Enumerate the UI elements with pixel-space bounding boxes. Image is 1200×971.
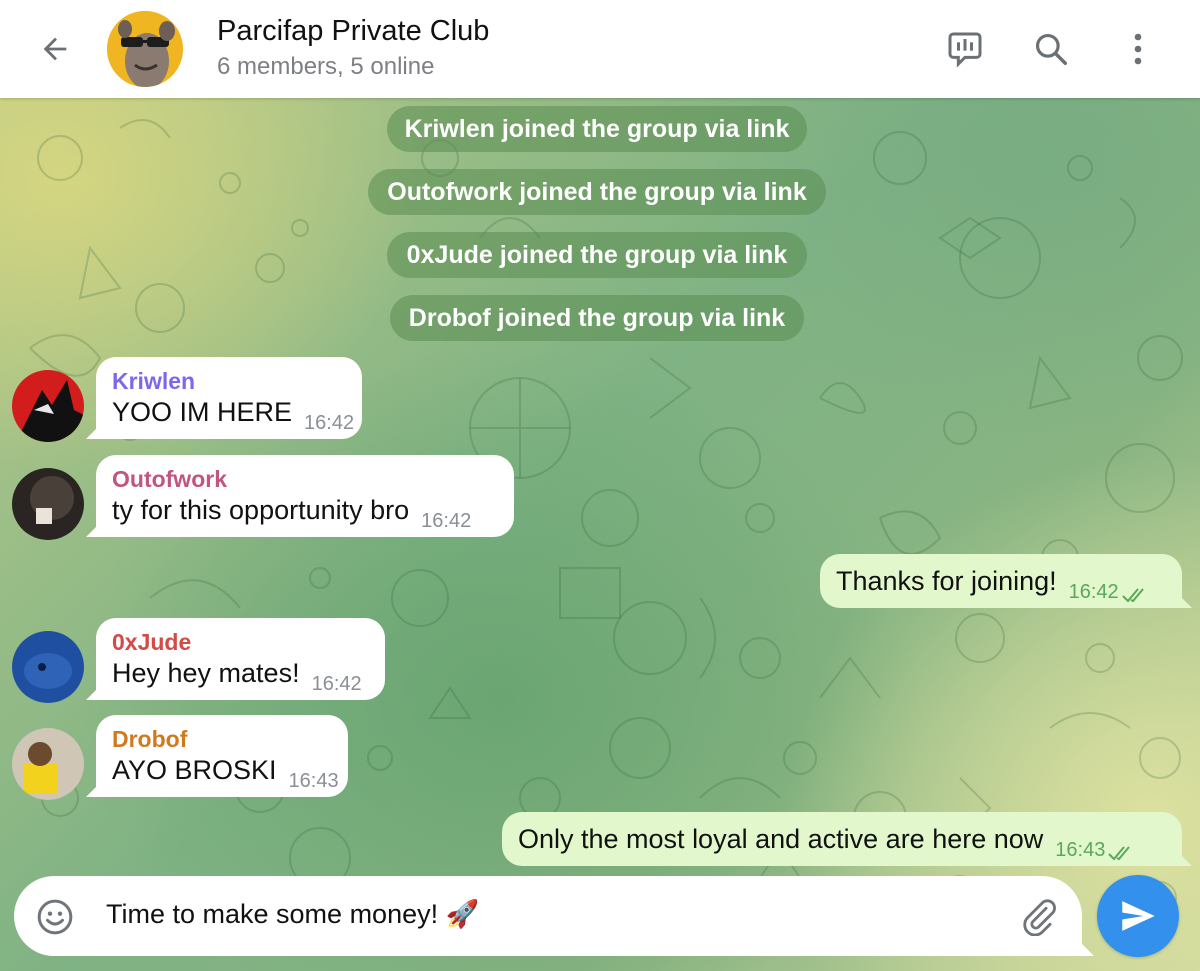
live-stream-icon [948, 32, 982, 68]
service-message: Kriwlen joined the group via link [387, 106, 807, 152]
avatar-drobof[interactable] [12, 728, 84, 800]
message-bubble[interactable]: 0xJude Hey hey mates! 16:42 [96, 618, 385, 700]
menu-button[interactable] [1113, 24, 1163, 74]
service-message: Outofwork joined the group via link [368, 169, 826, 215]
chat-title[interactable]: Parcifap Private Club [217, 15, 489, 48]
video-chat-button[interactable] [940, 24, 990, 74]
avatar-image [12, 370, 84, 442]
send-button[interactable] [1097, 875, 1179, 957]
read-checkmarks-icon [1108, 846, 1131, 861]
avatar-kriwlen[interactable] [12, 370, 84, 442]
message-bubble[interactable]: Kriwlen YOO IM HERE 16:42 [96, 357, 362, 439]
message-sender[interactable]: Outofwork [112, 465, 500, 493]
message-text: Thanks for joining! [836, 566, 1057, 596]
read-checkmarks-icon [1121, 588, 1144, 603]
avatar-outofwork[interactable] [12, 468, 84, 540]
message-bubble-outgoing[interactable]: Only the most loyal and active are here … [502, 812, 1182, 866]
message-text: ty for this opportunity bro [112, 495, 410, 525]
search-icon [1035, 33, 1067, 65]
avatar-image [12, 468, 84, 540]
group-avatar[interactable] [107, 11, 183, 87]
chat-header: Parcifap Private Club 6 members, 5 onlin… [0, 0, 1200, 98]
attach-button[interactable] [1016, 894, 1062, 940]
back-button[interactable] [30, 26, 80, 72]
arrow-left-icon [43, 37, 67, 61]
message-sender[interactable]: Drobof [112, 725, 334, 753]
message-bubble[interactable]: Drobof AYO BROSKI 16:43 [96, 715, 348, 797]
search-button[interactable] [1026, 24, 1076, 74]
message-bubble-outgoing[interactable]: Thanks for joining! 16:42 [820, 554, 1182, 608]
message-time: 16:43 [288, 770, 339, 792]
avatar-image [12, 728, 84, 800]
smile-icon [37, 899, 73, 935]
message-sender[interactable]: 0xJude [112, 628, 371, 656]
avatar-0xjude[interactable] [12, 631, 84, 703]
message-time: 16:42 [421, 510, 472, 532]
message-time: 16:42 [304, 412, 355, 434]
paperclip-icon [1023, 899, 1056, 936]
more-vertical-icon [1134, 33, 1142, 65]
message-bubble[interactable]: Outofwork ty for this opportunity bro 16… [96, 455, 514, 537]
message-text: Hey hey mates! [112, 658, 300, 688]
service-message: Drobof joined the group via link [390, 295, 804, 341]
message-text: YOO IM HERE [112, 397, 293, 427]
send-icon [1122, 901, 1155, 931]
emoji-button[interactable] [34, 896, 76, 938]
message-input[interactable]: Time to make some money! 🚀 [106, 898, 479, 930]
chat-area[interactable]: Kriwlen joined the group via link Outofw… [0, 98, 1200, 971]
message-text: AYO BROSKI [112, 755, 277, 785]
group-avatar-image [107, 11, 183, 87]
message-time: 16:42 [311, 673, 362, 695]
message-time: 16:43 [1055, 839, 1106, 861]
service-message: 0xJude joined the group via link [387, 232, 807, 278]
member-count: 6 members, 5 online [217, 53, 435, 80]
message-composer[interactable]: Time to make some money! 🚀 [14, 876, 1082, 956]
message-time: 16:42 [1068, 581, 1119, 603]
message-sender[interactable]: Kriwlen [112, 367, 348, 395]
message-text: Only the most loyal and active are here … [518, 824, 1044, 854]
avatar-image [12, 631, 84, 703]
